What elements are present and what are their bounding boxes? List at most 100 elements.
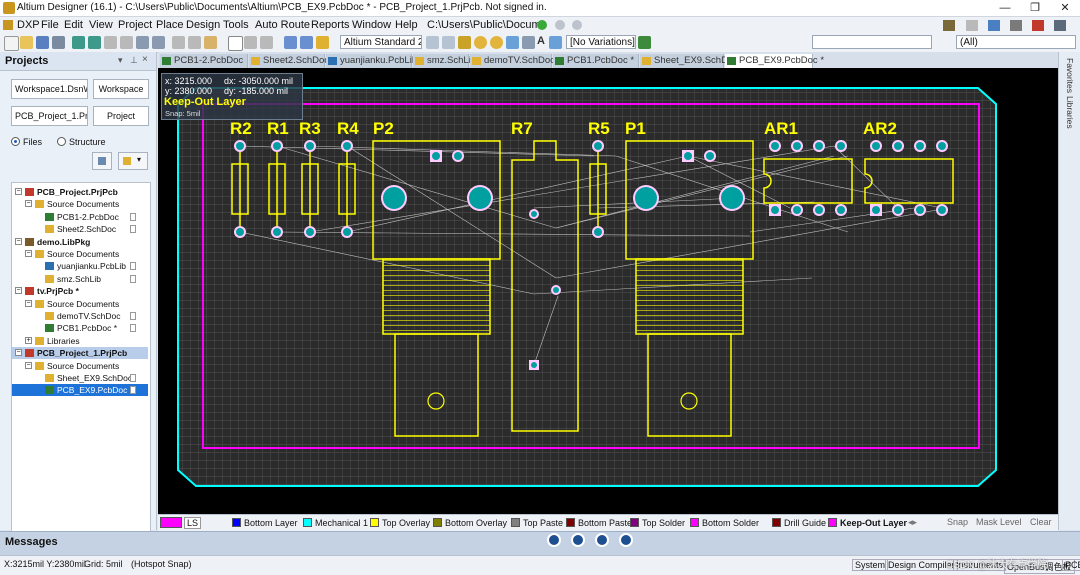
- undo-icon[interactable]: [284, 36, 297, 49]
- panel-system[interactable]: System: [852, 559, 889, 571]
- workspace-combo[interactable]: Workspace1.DsnW: [11, 79, 88, 99]
- nav-circle-icon[interactable]: [571, 533, 585, 547]
- layer-tab[interactable]: Bottom Paste: [566, 517, 632, 529]
- tree-row[interactable]: PCB_EX9.PcbDoc: [12, 384, 148, 397]
- path-dropdown[interactable]: C:\Users\Public\Docume: [427, 19, 547, 31]
- variant-icon[interactable]: [638, 36, 651, 49]
- menu-project[interactable]: Project: [118, 19, 152, 31]
- nav-circle-icon[interactable]: [547, 533, 561, 547]
- layer-tab[interactable]: Top Overlay: [370, 517, 430, 529]
- tree-row[interactable]: Sheet2.SchDoc: [12, 223, 148, 235]
- messages-title[interactable]: Messages: [5, 536, 58, 548]
- tree-row[interactable]: − PCB_Project.PrjPcb: [12, 186, 148, 198]
- collapse-icon[interactable]: −: [25, 361, 32, 369]
- menu-window[interactable]: Window: [352, 19, 391, 31]
- deselect-icon[interactable]: [260, 36, 273, 49]
- nav-circle-icon[interactable]: [595, 533, 609, 547]
- align-icon[interactable]: [988, 20, 1000, 31]
- menu-tools[interactable]: Tools: [223, 19, 249, 31]
- string-icon[interactable]: A: [537, 35, 545, 47]
- layer-scroll-icon[interactable]: ◂▸: [908, 517, 917, 528]
- pad-icon[interactable]: [474, 36, 487, 49]
- doc-tab[interactable]: PCB1.PcbDoc *: [553, 54, 639, 68]
- project-options-button[interactable]: ▾: [118, 152, 148, 170]
- fill-icon[interactable]: [506, 36, 519, 49]
- tree-row[interactable]: yuanjianku.PcbLib: [12, 260, 148, 272]
- menu-auto-route[interactable]: Auto Route: [255, 19, 310, 31]
- filter-icon[interactable]: [966, 20, 978, 31]
- tree-row[interactable]: − Source Documents: [12, 248, 148, 260]
- favorites-tab[interactable]: Favorites: [1065, 58, 1075, 93]
- new-icon[interactable]: [4, 36, 19, 51]
- doc-tab[interactable]: PCB1-2.PcbDoc: [160, 54, 248, 68]
- layer-tab[interactable]: Bottom Overlay: [433, 517, 507, 529]
- collapse-icon[interactable]: −: [15, 188, 22, 195]
- menu-view[interactable]: View: [89, 19, 113, 31]
- collapse-icon[interactable]: −: [25, 299, 32, 307]
- pcb-canvas[interactable]: R2 R1 R3 R4 P2 R7 R5 P1 AR1 AR2: [158, 68, 1058, 514]
- interactive-route-icon[interactable]: [426, 36, 439, 49]
- collapse-icon[interactable]: −: [15, 349, 22, 357]
- menu-dxp[interactable]: DXP: [17, 19, 40, 31]
- cross-probe-icon[interactable]: [136, 36, 149, 49]
- view-filter-combo[interactable]: (All): [956, 35, 1076, 49]
- nav-circle-icon[interactable]: [619, 533, 633, 547]
- tree-row[interactable]: PCB1-2.PcbDoc: [12, 211, 148, 223]
- open-icon[interactable]: [20, 36, 33, 49]
- fit-icon[interactable]: [72, 36, 85, 49]
- grid-icon[interactable]: [1010, 20, 1022, 31]
- cross-probe-2-icon[interactable]: [152, 36, 165, 49]
- project-button[interactable]: Project: [93, 106, 149, 126]
- explore-button[interactable]: [92, 152, 112, 170]
- tree-row[interactable]: − Source Documents: [12, 298, 148, 310]
- menu-place[interactable]: Place: [156, 19, 184, 31]
- doc-tab[interactable]: smz.SchLib: [413, 54, 476, 68]
- menu-help[interactable]: Help: [395, 19, 418, 31]
- menu-edit[interactable]: Edit: [64, 19, 83, 31]
- zoom-filter-icon[interactable]: [120, 36, 133, 49]
- menu-reports[interactable]: Reports: [311, 19, 350, 31]
- tree-row[interactable]: − tv.PrjPcb *: [12, 285, 148, 297]
- tree-row[interactable]: Sheet_EX9.SchDoc: [12, 372, 148, 384]
- doc-tab[interactable]: Sheet2.SchDoc: [249, 54, 329, 68]
- paste-icon[interactable]: [204, 36, 217, 49]
- tree-row[interactable]: − demo.LibPkg: [12, 236, 148, 248]
- wire-tool-icon[interactable]: [943, 20, 955, 31]
- panel-pin-icon[interactable]: ⊥: [130, 55, 138, 66]
- go-forward-icon[interactable]: [537, 20, 547, 30]
- clear-button[interactable]: Clear: [1030, 517, 1052, 527]
- layer-tab[interactable]: Top Solder: [630, 517, 685, 529]
- panel-menu-icon[interactable]: ▾: [118, 55, 123, 66]
- libraries-tab[interactable]: Libraries: [1065, 96, 1075, 129]
- region-icon[interactable]: [549, 36, 562, 49]
- layer-tab[interactable]: Keep-Out Layer: [828, 517, 907, 529]
- minimize-button[interactable]: —: [990, 0, 1020, 16]
- restore-button[interactable]: ❐: [1020, 0, 1050, 16]
- panel-pcb[interactable]: PCB: [1062, 559, 1080, 571]
- project-combo[interactable]: PCB_Project_1.PrjPcb: [11, 106, 88, 126]
- select-icon[interactable]: [1032, 20, 1044, 31]
- collapse-icon[interactable]: −: [15, 237, 22, 245]
- snap-button[interactable]: Snap: [947, 517, 968, 527]
- layer-tab[interactable]: Mechanical 1: [303, 517, 368, 529]
- menu-design[interactable]: Design: [186, 19, 220, 31]
- layer-tab[interactable]: Bottom Solder: [690, 517, 759, 529]
- current-layer-swatch[interactable]: [160, 517, 182, 528]
- print-icon[interactable]: [52, 36, 65, 49]
- doc-tab[interactable]: PCB_EX9.PcbDoc *: [725, 54, 824, 68]
- collapse-icon[interactable]: −: [25, 250, 32, 257]
- layer-set-combo[interactable]: [812, 35, 932, 49]
- workspace-button[interactable]: Workspace: [93, 79, 149, 99]
- move-icon[interactable]: [244, 36, 257, 49]
- tree-row[interactable]: + Libraries: [12, 335, 148, 347]
- select-area-icon[interactable]: [228, 36, 243, 51]
- home-icon[interactable]: [572, 20, 582, 30]
- pencil-icon[interactable]: [316, 36, 329, 49]
- cut-icon[interactable]: [172, 36, 185, 49]
- zoom-area-icon[interactable]: [88, 36, 101, 49]
- menu-file[interactable]: File: [41, 19, 59, 31]
- doc-tab[interactable]: yuanjianku.PcbLib: [326, 54, 417, 68]
- track-icon[interactable]: [458, 36, 471, 49]
- copy-icon[interactable]: [188, 36, 201, 49]
- tree-row[interactable]: smz.SchLib: [12, 273, 148, 285]
